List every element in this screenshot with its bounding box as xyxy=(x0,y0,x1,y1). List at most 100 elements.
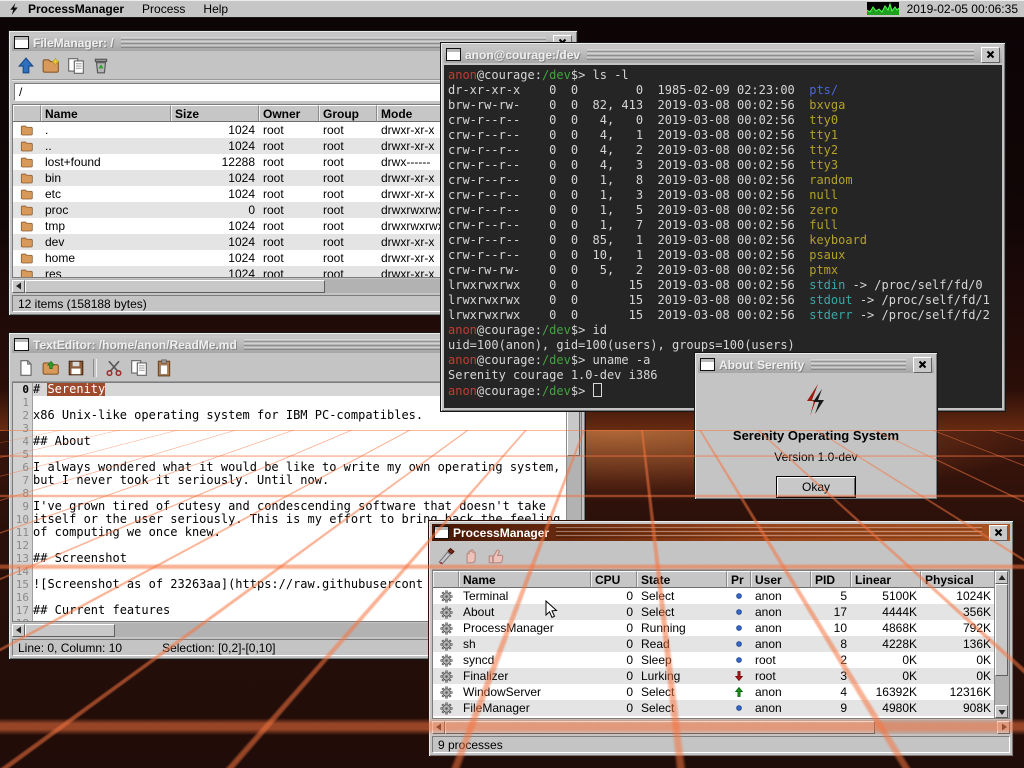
window-icon xyxy=(14,36,29,49)
cell-state: Select xyxy=(637,685,727,699)
process-row[interactable]: syncd0Sleeproot20K0K xyxy=(433,652,995,668)
cell-group: root xyxy=(319,139,377,153)
go-up-button[interactable] xyxy=(15,55,37,77)
line-number: 11 xyxy=(13,526,29,539)
editor-line: ## About xyxy=(33,435,581,448)
process-row[interactable]: Terminal0Selectanon55100K1024K xyxy=(433,588,995,604)
cell-name: etc xyxy=(41,187,171,201)
terminal-titlebar[interactable]: anon@courage:/dev xyxy=(444,46,1002,63)
cell-owner: root xyxy=(259,267,319,278)
process-row[interactable]: FileManager0Selectanon94980K908K xyxy=(433,700,995,716)
save-button[interactable] xyxy=(65,357,87,379)
copy-button[interactable] xyxy=(65,55,87,77)
copy-button[interactable] xyxy=(128,357,150,379)
window-title: ProcessManager xyxy=(453,526,549,540)
scrollbar-thumb[interactable] xyxy=(995,584,1008,676)
cell-physical: 0K xyxy=(921,653,995,667)
cell-name: About xyxy=(459,605,591,619)
column-header-user[interactable]: User xyxy=(751,571,811,588)
scroll-down-button[interactable] xyxy=(995,705,1008,718)
cell-name: . xyxy=(41,123,171,137)
cell-linear: 16392K xyxy=(851,685,921,699)
cpu-graph[interactable] xyxy=(867,2,899,15)
terminal-line: anon@courage:/dev$> id xyxy=(448,323,998,338)
menubar-app-name[interactable]: ProcessManager xyxy=(28,2,124,16)
scroll-up-button[interactable] xyxy=(995,571,1008,584)
process-row[interactable]: WindowServer0Selectanon416392K12316K xyxy=(433,684,995,700)
cell-owner: root xyxy=(259,203,319,217)
menubar-menu-process[interactable]: Process xyxy=(142,2,185,16)
scroll-left-button[interactable] xyxy=(12,624,25,637)
gear-icon xyxy=(433,638,459,651)
scroll-left-button[interactable] xyxy=(12,280,25,293)
close-button[interactable] xyxy=(913,357,932,373)
cell-cpu: 0 xyxy=(591,605,637,619)
column-header-state[interactable]: State xyxy=(637,571,727,588)
cell-group: root xyxy=(319,251,377,265)
column-header-linear[interactable]: Linear xyxy=(851,571,921,588)
terminal-line: crw-r--r-- 0 0 1, 5 2019-03-08 00:02:56 … xyxy=(448,203,998,218)
folder-icon xyxy=(13,204,41,217)
column-header-group[interactable]: Group xyxy=(319,105,377,122)
cell-user: root xyxy=(751,653,811,667)
column-header-owner[interactable]: Owner xyxy=(259,105,319,122)
line-number: 10 xyxy=(13,513,29,526)
close-button[interactable] xyxy=(981,47,1000,63)
process-row[interactable]: ProcessManager0Runninganon104868K792K xyxy=(433,620,995,636)
column-header-size[interactable]: Size xyxy=(171,105,259,122)
scroll-right-button[interactable] xyxy=(997,721,1010,734)
cell-state: Select xyxy=(637,717,727,719)
column-header-pid[interactable]: PID xyxy=(811,571,851,588)
desktop-screen: ProcessManager Process Help 2019-02-05 00… xyxy=(0,0,1024,768)
about-titlebar[interactable]: About Serenity xyxy=(698,356,934,373)
new-folder-button[interactable] xyxy=(40,55,62,77)
continue-process-button[interactable] xyxy=(485,545,507,567)
column-header-name[interactable]: Name xyxy=(41,105,171,122)
window-icon xyxy=(700,358,715,371)
terminal-line: dr-xr-xr-x 0 0 0 1985-02-09 02:23:00 pts… xyxy=(448,83,998,98)
open-document-button[interactable] xyxy=(40,357,62,379)
gear-icon xyxy=(433,622,459,635)
close-button[interactable] xyxy=(989,525,1008,541)
process-row[interactable]: sh0Readanon84228K136K xyxy=(433,636,995,652)
scroll-left-button[interactable] xyxy=(432,721,445,734)
kill-process-button[interactable] xyxy=(435,545,457,567)
process-table-vertical-scrollbar[interactable] xyxy=(994,571,1009,718)
process-table-horizontal-scrollbar[interactable] xyxy=(432,720,1010,734)
terminal-line: crw-r--r-- 0 0 1, 8 2019-03-08 00:02:56 … xyxy=(448,173,998,188)
stop-process-button[interactable] xyxy=(460,545,482,567)
cell-physical: 136K xyxy=(921,637,995,651)
cell-state: Select xyxy=(637,605,727,619)
column-header-name[interactable]: Name xyxy=(459,571,591,588)
process-row[interactable]: Finalizer0Lurkingroot30K0K xyxy=(433,668,995,684)
menubar: ProcessManager Process Help 2019-02-05 00… xyxy=(0,0,1024,18)
new-document-button[interactable] xyxy=(15,357,37,379)
process-row[interactable]: About0Selectanon174444K356K xyxy=(433,604,995,620)
line-number: 12 xyxy=(13,539,29,552)
cell-group: root xyxy=(319,203,377,217)
folder-icon xyxy=(13,220,41,233)
scrollbar-thumb[interactable] xyxy=(25,280,325,293)
okay-button[interactable]: Okay xyxy=(776,476,856,498)
scrollbar-thumb[interactable] xyxy=(445,721,875,734)
editor-line: but I never took it seriously. Until now… xyxy=(33,474,581,487)
column-header-pr[interactable]: Pr xyxy=(727,571,751,588)
cell-name: syncd xyxy=(459,653,591,667)
cell-name: tmp xyxy=(41,219,171,233)
trash-button[interactable] xyxy=(90,55,112,77)
cell-user: root xyxy=(751,669,811,683)
cell-name: ProcessManager xyxy=(459,621,591,635)
menubar-clock: 2019-02-05 00:06:35 xyxy=(907,2,1018,16)
process-row[interactable]: TextEditor0Selectanon75308K1292K xyxy=(433,716,995,719)
cut-button[interactable] xyxy=(103,357,125,379)
paste-button[interactable] xyxy=(153,357,175,379)
cell-name: FileManager xyxy=(459,701,591,715)
scrollbar-thumb[interactable] xyxy=(25,624,115,637)
cell-linear: 0K xyxy=(851,653,921,667)
serenity-logo-icon[interactable] xyxy=(6,2,22,16)
column-header-cpu[interactable]: CPU xyxy=(591,571,637,588)
menubar-menu-help[interactable]: Help xyxy=(203,2,228,16)
column-header-physical[interactable]: Physical xyxy=(921,571,995,588)
cell-user: anon xyxy=(751,637,811,651)
processmanager-titlebar[interactable]: ProcessManager xyxy=(432,524,1010,541)
